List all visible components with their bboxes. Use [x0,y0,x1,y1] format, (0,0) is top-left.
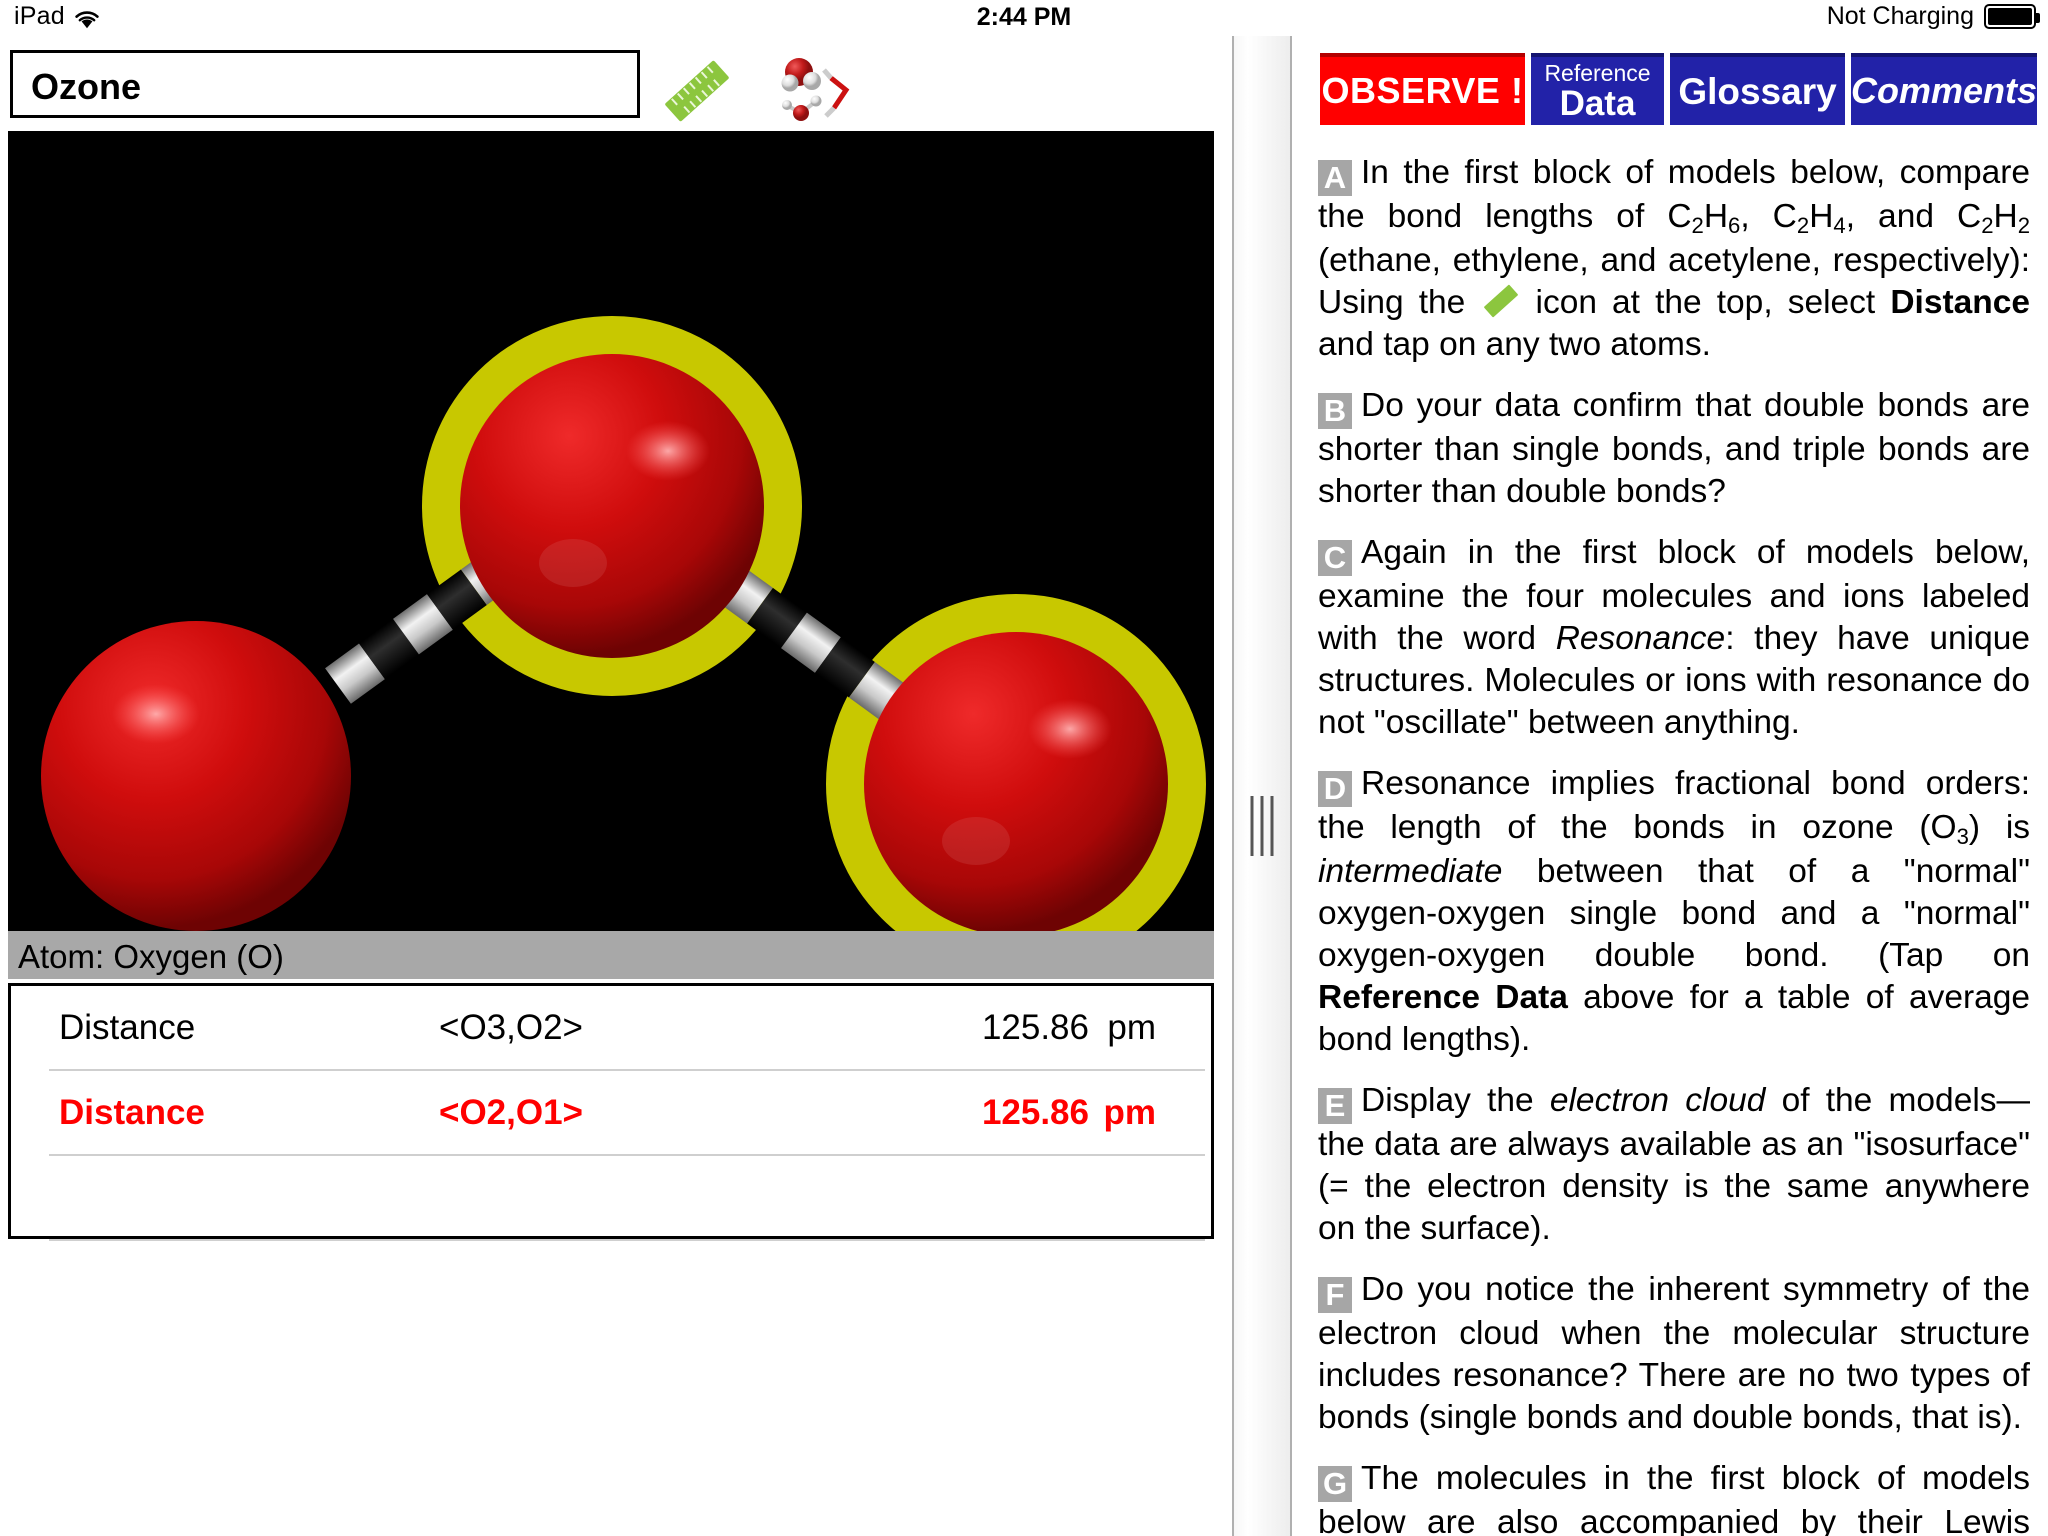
tab-glossary-label: Glossary [1678,70,1837,112]
molecule-3d-viewport[interactable] [8,131,1214,931]
molecule-name-value: Ozone [31,66,142,107]
tab-glossary[interactable]: Glossary [1670,53,1845,125]
model-pane: Ozone Atom: Oxygen (O) Distance <O3,O2> … [0,36,1222,1536]
paragraph-text: Again in the first block of models below… [1318,534,2030,742]
status-right: Not Charging [1826,2,2040,31]
atom-info-bar: Atom: Oxygen (O) [8,931,1214,979]
ios-status-bar: iPad 2:44 PM Not Charging [0,0,2048,36]
atom-O2 [460,354,764,658]
tab-bar: OBSERVE ! Reference Data Glossary Commen… [1320,53,2037,125]
paragraph-text: Do your data confirm that double bonds a… [1318,387,2030,511]
paragraph-text: Resonance implies fractional bond orders… [1318,765,2031,1059]
paragraph-text: In the first block of models below, comp… [1318,154,2031,363]
paragraph-c: C Again in the first block of models belo… [1318,532,2030,744]
paragraph-e: E Display the electron cloud of the model… [1318,1080,2030,1250]
table-row[interactable]: Distance <O3,O2> 125.86 pm [11,986,1211,1071]
tab-reference-data-label-bottom: Data [1559,83,1636,123]
paragraph-text: Display the electron cloud of the models… [1318,1082,2031,1248]
table-row[interactable] [11,1156,1211,1241]
table-row[interactable]: Distance <O2,O1> 125.86 pm [11,1071,1211,1156]
tab-observe[interactable]: OBSERVE ! [1320,53,1525,125]
measure-unit: pm [1103,1093,1157,1132]
paragraph-f: F Do you notice the inherent symmetry of … [1318,1269,2030,1439]
paragraph-tag: D [1318,771,1352,808]
clock: 2:44 PM [976,3,1072,31]
paragraph-tag: F [1318,1277,1352,1314]
measure-value: 125.86 [981,1093,1089,1132]
molecule-name-field[interactable]: Ozone [10,50,640,118]
drag-handle-icon[interactable] [1250,796,1274,856]
measure-unit: pm [1107,1008,1156,1047]
paragraph-text: The molecules in the first block of mode… [1318,1460,2030,1536]
measure-atoms: <O2,O1> [439,1093,583,1132]
battery-status-label: Not Charging [1826,2,1974,30]
atom-O1 [41,621,351,931]
paragraph-tag: A [1318,160,1352,196]
battery-icon [1984,4,2040,29]
paragraph-g: G The molecules in the first block of mod… [1318,1458,2030,1536]
paragraph-b: B Do your data confirm that double bonds … [1318,385,2030,513]
tab-comments-label: Comments [1850,70,2038,111]
observe-content: A In the first block of models below, com… [1318,152,2030,1536]
pane-splitter[interactable] [1232,36,1292,1536]
tab-observe-label: OBSERVE ! [1321,70,1524,111]
model-toolbar [660,56,866,128]
ruler-icon[interactable] [660,57,730,127]
paragraph-tag: C [1318,540,1352,577]
paragraph-tag: G [1318,1466,1352,1503]
tab-comments[interactable]: Comments [1851,53,2037,125]
molecule-model-icon[interactable] [774,56,866,128]
measure-atoms: <O3,O2> [439,1008,583,1047]
measure-value: 125.86 [981,1008,1089,1047]
paragraph-tag: B [1318,393,1352,430]
paragraph-tag: E [1318,1088,1352,1125]
tab-reference-data[interactable]: Reference Data [1531,53,1664,125]
tab-reference-data-label-top: Reference [1544,59,1651,86]
observe-pane: OBSERVE ! Reference Data Glossary Commen… [1296,36,2048,1536]
paragraph-d: D Resonance implies fractional bond order… [1318,763,2030,1061]
atom-info-label: Atom: Oxygen (O) [18,938,284,975]
measurement-table[interactable]: Distance <O3,O2> 125.86 pm Distance <O2,… [8,983,1214,1241]
paragraph-a: A In the first block of models below, com… [1318,152,2030,366]
atom-O3 [864,632,1168,931]
paragraph-text: Do you notice the inherent symmetry of t… [1318,1271,2030,1437]
